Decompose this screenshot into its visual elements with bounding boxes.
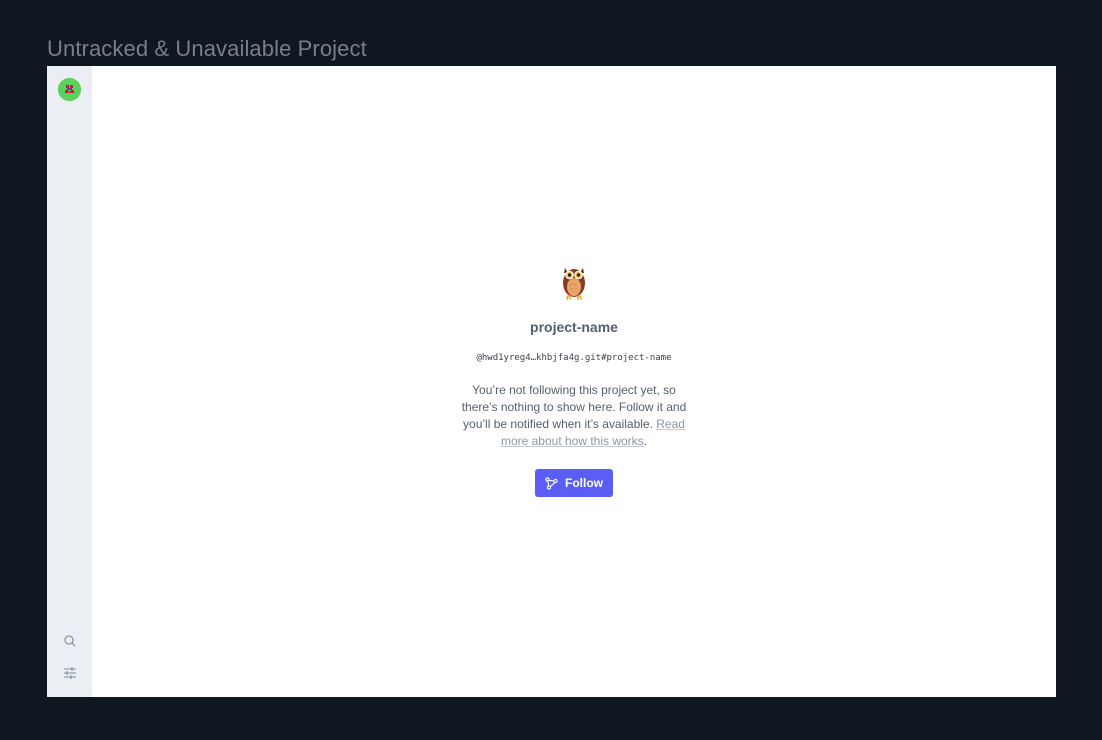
message-body: You’re not following this project yet, s…	[461, 383, 687, 431]
owl-icon	[563, 268, 585, 300]
sidebar	[47, 66, 92, 697]
empty-state-message: You’re not following this project yet, s…	[454, 382, 694, 450]
project-title: project-name	[530, 319, 618, 335]
network-follow-icon	[544, 476, 558, 490]
message-trailing: .	[643, 434, 648, 448]
settings-button[interactable]	[61, 664, 79, 682]
identicon-avatar-icon	[58, 78, 81, 101]
app-window: project-name @hwd1yreg4…khbjfa4g.git#pro…	[47, 66, 1056, 697]
main-content: project-name @hwd1yreg4…khbjfa4g.git#pro…	[92, 66, 1056, 697]
search-button[interactable]	[61, 632, 79, 650]
project-path: @hwd1yreg4…khbjfa4g.git#project-name	[476, 353, 672, 363]
follow-button[interactable]: Follow	[535, 469, 613, 497]
frame-title: Untracked & Unavailable Project	[47, 36, 367, 61]
search-icon	[64, 635, 76, 647]
empty-state: project-name @hwd1yreg4…khbjfa4g.git#pro…	[92, 262, 1056, 497]
settings-sliders-icon	[64, 667, 76, 679]
user-avatar[interactable]	[58, 78, 81, 101]
follow-button-label: Follow	[565, 476, 603, 490]
